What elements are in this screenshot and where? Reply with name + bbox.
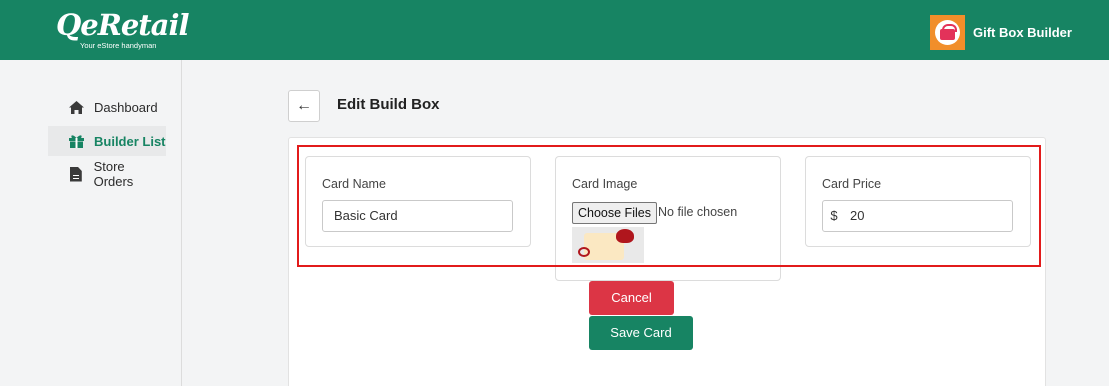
page-title: Edit Build Box [337, 96, 440, 113]
app-badge[interactable]: Gift Box Builder [930, 15, 1072, 50]
app-name: Gift Box Builder [973, 25, 1072, 40]
brand-tagline: Your eStore handyman [80, 41, 157, 50]
top-navbar: QeRetail Your eStore handyman Gift Box B… [0, 0, 1109, 60]
gift-box-app-icon [930, 15, 965, 50]
brand-logo[interactable]: QeRetail Your eStore handyman [56, 8, 196, 54]
cancel-button[interactable]: Cancel [589, 281, 674, 315]
sidebar-item-label: Builder List [94, 133, 166, 149]
sidebar-item-store-orders[interactable]: Store Orders [48, 159, 166, 189]
sidebar-item-dashboard[interactable]: Dashboard [48, 92, 166, 122]
sidebar-item-label: Dashboard [94, 99, 158, 115]
highlight-box [297, 145, 1041, 267]
brand-logo-text: QeRetail [56, 8, 189, 42]
save-card-button[interactable]: Save Card [589, 316, 693, 350]
back-button[interactable]: ← [288, 90, 320, 122]
home-icon [68, 100, 84, 114]
gift-icon [68, 134, 84, 148]
sidebar: Dashboard Builder List Store Orders [0, 60, 182, 386]
document-icon [68, 166, 84, 182]
sidebar-item-label: Store Orders [93, 159, 134, 189]
arrow-left-icon: ← [296, 97, 312, 114]
sidebar-item-builder-list[interactable]: Builder List [48, 126, 166, 156]
